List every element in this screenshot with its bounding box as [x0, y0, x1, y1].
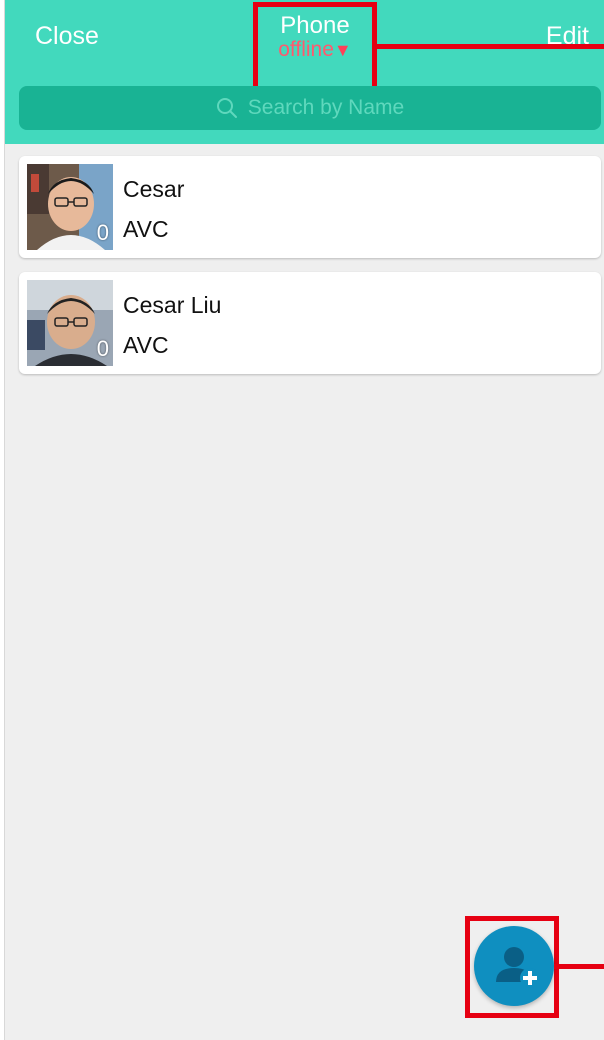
- annotation-line: [372, 44, 604, 49]
- contact-subtitle: AVC: [123, 216, 169, 242]
- header-bar: Close Phone offline▼ Edit Search by Name: [5, 0, 604, 144]
- close-button[interactable]: Close: [35, 22, 99, 51]
- contact-card[interactable]: 0 Cesar AVC: [19, 156, 601, 258]
- title-status-selector[interactable]: Phone offline▼: [253, 2, 377, 98]
- add-contact-icon: [496, 947, 540, 988]
- avatar: 0: [27, 164, 113, 250]
- status-dropdown[interactable]: offline▼: [258, 39, 372, 61]
- page-title: Phone: [280, 12, 350, 39]
- contact-name: Cesar Liu: [123, 292, 222, 318]
- contact-subtitle: AVC: [123, 332, 169, 358]
- search-placeholder: Search by Name: [247, 96, 405, 119]
- avatar-count: 0: [96, 220, 109, 245]
- annotation-line: [554, 964, 604, 969]
- dropdown-arrow-icon: ▼: [333, 40, 352, 60]
- contacts-screen: Close Phone offline▼ Edit Search by Name: [4, 0, 604, 1040]
- search-bar[interactable]: Search by Name: [19, 86, 601, 130]
- contact-name: Cesar: [123, 176, 185, 202]
- search-icon: [216, 98, 237, 118]
- status-label: offline: [278, 38, 334, 61]
- add-contact-button[interactable]: [474, 926, 554, 1006]
- avatar: 0: [27, 280, 113, 366]
- avatar-count: 0: [96, 336, 109, 361]
- contact-card[interactable]: 0 Cesar Liu AVC: [19, 272, 601, 374]
